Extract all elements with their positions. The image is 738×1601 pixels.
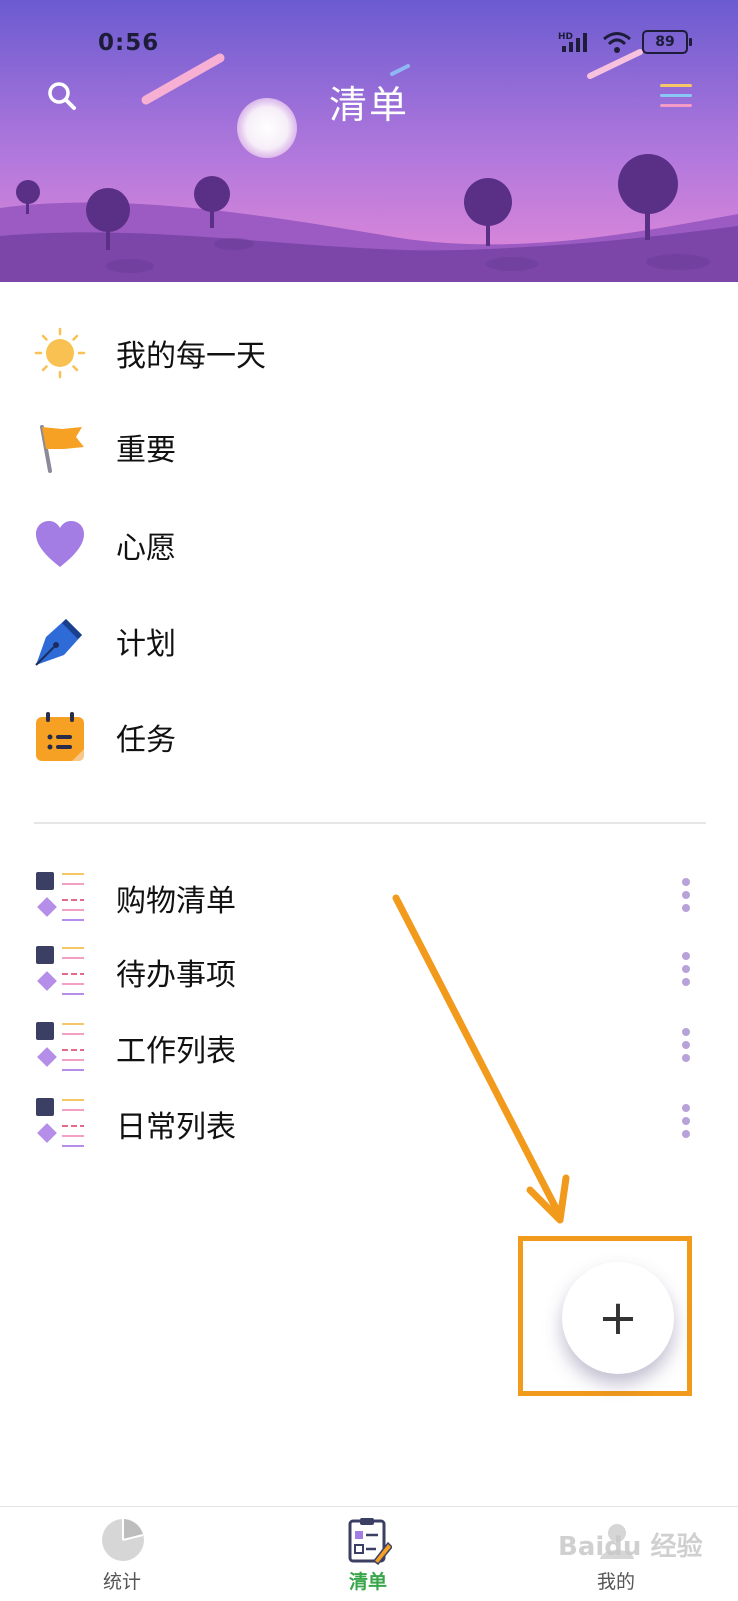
- smart-list-plan[interactable]: 计划: [0, 606, 738, 676]
- smart-list-tasks[interactable]: 任务: [0, 702, 738, 772]
- battery-level: 89: [655, 34, 675, 50]
- pie-chart-icon: [102, 1519, 144, 1561]
- user-list-item[interactable]: 日常列表: [0, 1092, 738, 1152]
- smart-list-label: 重要: [116, 433, 176, 468]
- smart-list-label: 计划: [116, 627, 176, 662]
- watermark-text: Baidu 经验: [558, 1532, 703, 1562]
- user-list-label: 待办事项: [116, 958, 236, 993]
- flag-icon: [40, 425, 84, 473]
- status-time: 0:56: [98, 30, 160, 56]
- nav-tab-label: 我的: [596, 1571, 635, 1593]
- nav-tab-label: 清单: [348, 1571, 387, 1593]
- nav-tab-label: 统计: [102, 1571, 141, 1593]
- user-list-item[interactable]: 工作列表: [0, 1016, 738, 1076]
- menu-button[interactable]: [658, 80, 694, 112]
- status-indicators: HD 89: [558, 30, 692, 54]
- more-options-icon[interactable]: [676, 1024, 696, 1070]
- battery-icon: 89: [642, 30, 692, 54]
- wifi-icon: [603, 32, 631, 53]
- add-list-button[interactable]: +: [562, 1262, 674, 1374]
- list-icon: [36, 872, 84, 921]
- add-icon: +: [597, 1290, 639, 1346]
- menu-icon: [660, 84, 692, 107]
- header-banner: 0:56 HD 89 清单: [0, 0, 738, 282]
- nav-tab-stats[interactable]: 统计: [62, 1515, 182, 1599]
- smart-list-wish[interactable]: 心愿: [0, 510, 738, 580]
- user-list-label: 购物清单: [116, 884, 236, 919]
- user-list-item[interactable]: 待办事项: [0, 940, 738, 1000]
- more-options-icon[interactable]: [676, 948, 696, 994]
- smart-list-label: 心愿: [116, 531, 176, 566]
- nav-tab-lists[interactable]: 清单: [308, 1515, 428, 1599]
- section-divider: [34, 822, 706, 824]
- smart-list-important[interactable]: 重要: [0, 412, 738, 482]
- smart-list-label: 我的每一天: [116, 339, 266, 374]
- sun-icon: [34, 327, 86, 379]
- signal-icon: HD: [558, 32, 587, 52]
- list-icon: [36, 1098, 84, 1147]
- user-list-item[interactable]: 购物清单: [0, 866, 738, 926]
- network-type: HD: [558, 32, 573, 42]
- annotation-arrow: [392, 894, 570, 1224]
- list-icon: [36, 946, 84, 995]
- more-options-icon[interactable]: [676, 874, 696, 920]
- smart-list-label: 任务: [116, 723, 176, 758]
- user-list-label: 工作列表: [116, 1034, 236, 1069]
- list-icon: [36, 1022, 84, 1071]
- pen-nib-icon: [35, 619, 82, 666]
- heart-icon: [36, 521, 84, 567]
- calendar-icon: [36, 712, 84, 761]
- user-list-label: 日常列表: [116, 1110, 236, 1145]
- page-title: 清单: [328, 83, 409, 127]
- smart-list-my-day[interactable]: 我的每一天: [0, 318, 738, 388]
- checklist-icon: [348, 1518, 392, 1565]
- more-options-icon[interactable]: [676, 1100, 696, 1146]
